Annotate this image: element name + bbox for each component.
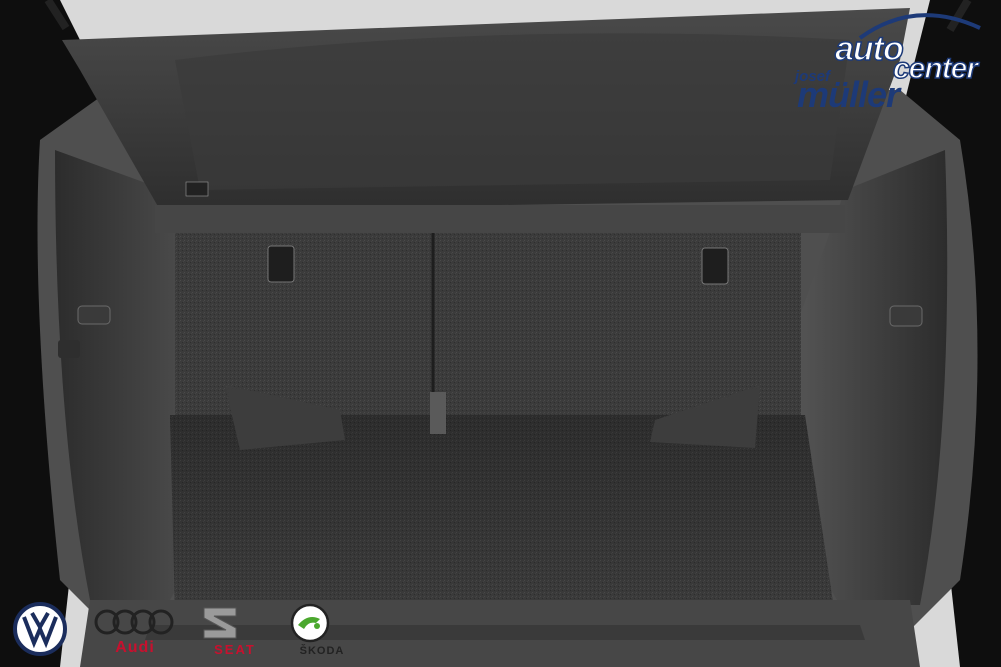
brand-label-seat: SEAT [214,642,256,657]
brand-skoda: ŠKODA [290,603,354,657]
rear-seat-right [433,232,801,417]
dealer-watermark: auto center josef müller [795,8,995,115]
vw-logo-icon [13,602,67,656]
brand-seat: SEAT [200,606,270,657]
audi-rings-icon [94,609,174,635]
parcel-shelf-edge [155,205,845,233]
shelf-warning-label [185,181,209,197]
brand-audi: Audi [92,607,178,657]
bag-hook-left-icon [77,305,111,325]
watermark-muller: müller [797,74,900,115]
skoda-logo-icon [290,603,330,643]
trunk-photo: auto center josef müller Audi SEAT ŠKODA [0,0,1001,667]
brand-label-audi: Audi [115,639,155,656]
brand-vw [12,601,72,657]
center-latch [430,392,446,434]
watermark-center: center [892,51,979,86]
brand-logos: Audi SEAT ŠKODA [0,595,360,667]
bag-hook-right-icon [889,305,923,327]
seat-logo-icon [203,607,237,639]
brand-label-skoda: ŠKODA [299,645,345,657]
tie-down-left-icon [58,340,80,358]
rear-seat-left [175,232,433,417]
seat-release-handle-right [701,247,729,285]
seat-release-handle-left [267,245,295,283]
